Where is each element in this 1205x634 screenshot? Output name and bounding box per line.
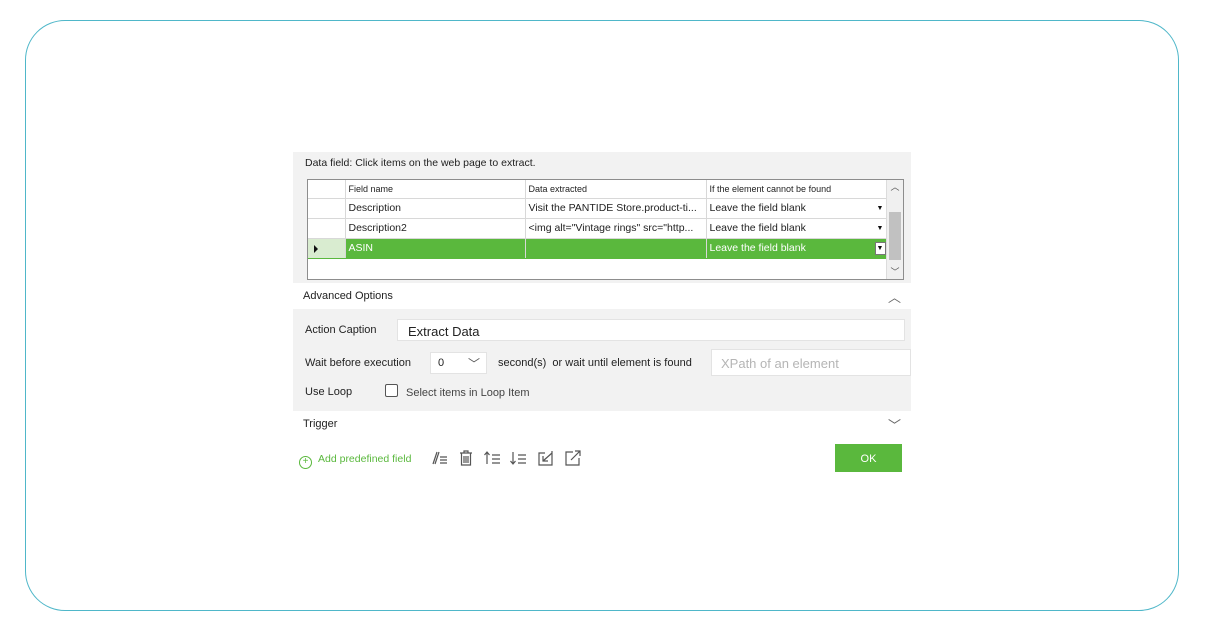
xpath-input[interactable]: XPath of an element xyxy=(711,349,911,376)
move-down-icon[interactable] xyxy=(509,449,527,467)
ok-button[interactable]: OK xyxy=(835,444,902,472)
bottom-toolbar: + Add predefined field OK xyxy=(293,444,911,476)
data-extracted-cell[interactable]: <img alt="Vintage rings" src="http... xyxy=(525,218,707,239)
use-loop-label: Use Loop xyxy=(305,386,353,398)
chevron-down-icon[interactable]: ﹀ xyxy=(888,415,901,434)
advanced-options-title: Advanced Options xyxy=(303,290,393,302)
table-row[interactable]: Description Visit the PANTIDE Store.prod… xyxy=(308,198,889,219)
if-not-found-value: Leave the field blank xyxy=(709,202,806,214)
data-fields-grid: Field name Data extracted If the element… xyxy=(307,179,904,280)
loop-item-checkbox[interactable] xyxy=(385,384,398,397)
extract-data-panel: Data field: Click items on the web page … xyxy=(293,152,911,482)
row-header[interactable] xyxy=(308,238,346,259)
dropdown-arrow-icon[interactable]: ▼ xyxy=(875,202,886,215)
field-name-cell[interactable]: ASIN xyxy=(345,238,526,259)
edit-field-icon[interactable] xyxy=(430,449,448,467)
if-not-found-cell[interactable]: Leave the field blank ▼ xyxy=(706,238,889,259)
action-caption-label: Action Caption xyxy=(305,324,377,336)
action-caption-input[interactable]: Extract Data xyxy=(397,319,905,341)
data-field-instruction: Data field: Click items on the web page … xyxy=(305,157,536,169)
advanced-options-header[interactable]: Advanced Options ︿ xyxy=(293,283,911,309)
current-row-arrow-icon xyxy=(314,244,318,253)
data-extracted-cell[interactable]: Visit the PANTIDE Store.product-ti... xyxy=(525,198,707,219)
dropdown-arrow-icon[interactable]: ▼ xyxy=(875,222,886,235)
trash-icon[interactable] xyxy=(457,449,475,467)
column-header-data-extracted[interactable]: Data extracted xyxy=(525,180,707,199)
if-not-found-value: Leave the field blank xyxy=(709,222,806,234)
chevron-down-icon: ﹀ xyxy=(467,357,480,371)
wait-seconds-select[interactable]: 0 ﹀ xyxy=(430,352,487,374)
wait-seconds-value: 0 xyxy=(438,357,445,369)
trigger-header[interactable]: Trigger ﹀ xyxy=(293,411,911,437)
column-header-field-name[interactable]: Field name xyxy=(345,180,526,199)
loop-item-checkbox-label[interactable]: Select items in Loop Item xyxy=(406,387,530,399)
trigger-title: Trigger xyxy=(303,418,338,430)
row-header[interactable] xyxy=(308,198,346,219)
field-name-cell[interactable]: Description xyxy=(345,198,526,219)
add-circle-icon: + xyxy=(299,456,312,469)
column-header-if-not-found[interactable]: If the element cannot be found xyxy=(706,180,889,199)
advanced-options-body: Action Caption Extract Data Wait before … xyxy=(293,311,911,409)
grid-vertical-scrollbar[interactable]: ︿ ﹀ xyxy=(886,180,903,279)
export-icon[interactable] xyxy=(564,449,582,467)
add-predefined-field-button[interactable]: + Add predefined field xyxy=(299,453,411,469)
if-not-found-cell[interactable]: Leave the field blank ▼ xyxy=(706,198,889,219)
if-not-found-cell[interactable]: Leave the field blank ▼ xyxy=(706,218,889,239)
chevron-up-icon[interactable]: ︿ xyxy=(888,287,901,306)
table-row[interactable]: Description2 <img alt="Vintage rings" sr… xyxy=(308,218,889,239)
dropdown-arrow-icon[interactable]: ▼ xyxy=(874,241,886,255)
grid-header-row: Field name Data extracted If the element… xyxy=(308,180,889,199)
import-icon[interactable] xyxy=(537,449,555,467)
row-header[interactable] xyxy=(308,218,346,239)
add-predefined-field-label: Add predefined field xyxy=(318,453,412,465)
wait-before-execution-label: Wait before execution xyxy=(305,357,411,369)
data-extracted-cell[interactable] xyxy=(525,238,707,259)
if-not-found-value: Leave the field blank xyxy=(709,242,806,254)
scrollbar-thumb[interactable] xyxy=(889,212,901,260)
grid-corner xyxy=(308,180,346,199)
scroll-down-icon[interactable]: ﹀ xyxy=(887,265,903,279)
scroll-up-icon[interactable]: ︿ xyxy=(887,180,903,194)
move-up-icon[interactable] xyxy=(483,449,501,467)
wait-suffix-label: second(s) or wait until element is found xyxy=(498,357,692,369)
field-name-cell[interactable]: Description2 xyxy=(345,218,526,239)
table-row-selected[interactable]: ASIN Leave the field blank ▼ xyxy=(308,238,889,259)
